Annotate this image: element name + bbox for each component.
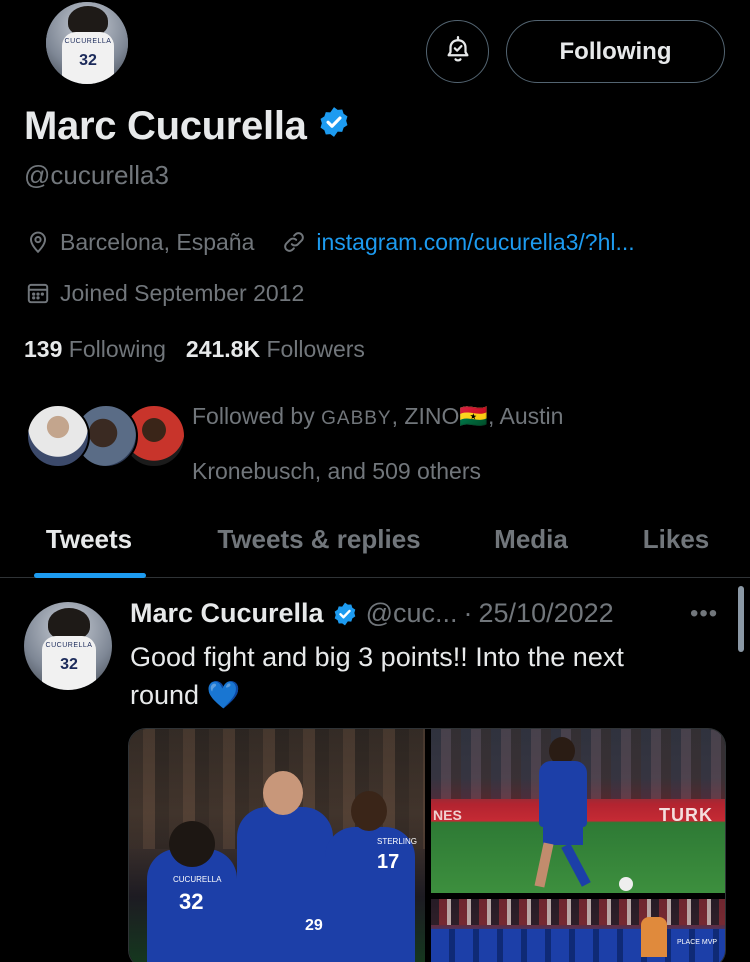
notifications-bell-button[interactable] xyxy=(426,20,489,83)
profile-meta-row: Barcelona, España instagram.com/cucurell… xyxy=(24,228,635,256)
profile-name-row: Marc Cucurella xyxy=(24,104,351,149)
profile-joined-date: Joined September 2012 xyxy=(60,279,305,306)
tab-tweets-label: Tweets xyxy=(45,523,133,554)
tweet-avatar-jersey-number: 32 xyxy=(60,656,78,673)
followed-by-text[interactable]: Followed by GABBY, ZINO🇬🇭, Austin Kroneb… xyxy=(192,390,632,497)
calendar-icon xyxy=(24,279,52,307)
photo-jersey-number-3: 17 xyxy=(377,851,400,873)
tab-media-label: Media xyxy=(494,523,568,554)
followed-by-others: Kronebusch, and 509 others xyxy=(192,458,481,484)
photo-ad-text: TURK xyxy=(659,805,713,825)
profile-joined-row: Joined September 2012 xyxy=(24,279,304,307)
tweet-text-line-1: Good fight and big 3 points!! Into the n… xyxy=(130,642,624,672)
tweet-separator: · xyxy=(463,598,473,628)
photo-jersey-name-2: STERLING xyxy=(377,837,418,846)
tweet-author-handle[interactable]: @cuc... xyxy=(366,598,458,629)
link-icon xyxy=(280,228,308,256)
follow-counts: 139 Following 241.8K Followers xyxy=(24,336,365,363)
photo-ad-text-left: NES xyxy=(433,807,462,823)
tweet-more-options-button[interactable]: ••• xyxy=(690,600,718,628)
follower-name-3: , Austin xyxy=(487,403,564,429)
tab-tweets-replies-label: Tweets & replies xyxy=(217,523,421,554)
followed-by-avatars[interactable] xyxy=(26,404,186,470)
tweet-verified-badge-icon xyxy=(332,601,358,627)
profile-avatar[interactable]: CUCURELLA 32 xyxy=(46,2,128,84)
verified-badge-icon xyxy=(317,104,351,149)
photo-jersey-number-2: 29 xyxy=(305,917,323,934)
active-tab-indicator xyxy=(34,573,146,578)
tab-media[interactable]: Media xyxy=(460,500,602,578)
profile-handle: @cucurella3 xyxy=(24,160,169,190)
profile-tabs: Tweets Tweets & replies Media Likes xyxy=(0,500,750,578)
followers-count-link[interactable]: 241.8K Followers xyxy=(186,336,365,363)
tab-tweets[interactable]: Tweets xyxy=(0,500,178,578)
following-label: Following xyxy=(68,336,166,362)
tweet-text-line-2: round 💙 xyxy=(130,680,241,710)
tweet-photo-team-lineup[interactable]: PLACE MVP xyxy=(431,899,725,962)
avatar-jersey-number: 32 xyxy=(79,52,97,69)
photo-banner-text: PLACE MVP xyxy=(677,939,718,946)
followers-label: Followers xyxy=(266,336,365,362)
scrollbar[interactable] xyxy=(738,586,744,652)
tweet-avatar-jersey-name: CUCURELLA xyxy=(45,642,93,649)
photo-jersey-name: CUCURELLA xyxy=(173,875,222,884)
tweet-media-grid: 32 CUCURELLA 29 STERLING 17 NES TURK PLA… xyxy=(128,728,726,962)
photo-jersey-number: 32 xyxy=(179,889,204,914)
tweet-author-name[interactable]: Marc Cucurella xyxy=(130,598,324,629)
tweet-date[interactable]: 25/10/2022 xyxy=(479,598,614,629)
location-pin-icon xyxy=(24,228,52,256)
tab-likes[interactable]: Likes xyxy=(602,500,750,578)
ghana-flag-icon: 🇬🇭 xyxy=(459,403,488,429)
tab-likes-label: Likes xyxy=(642,523,710,554)
bell-check-icon xyxy=(443,34,473,69)
following-count-link[interactable]: 139 Following xyxy=(24,336,166,363)
tweet-author-avatar[interactable]: CUCURELLA 32 xyxy=(24,602,112,690)
followers-count: 241.8K xyxy=(185,336,261,362)
profile-location: Barcelona, España xyxy=(60,228,255,255)
followed-by-prefix: Followed by xyxy=(192,403,315,429)
avatar-jersey-name: CUCURELLA xyxy=(64,38,112,45)
following-button[interactable]: Following xyxy=(506,20,725,83)
tweet-header: Marc Cucurella @cuc... · 25/10/2022 xyxy=(130,598,614,629)
tweet-text: Good fight and big 3 points!! Into the n… xyxy=(130,638,720,714)
follower-name-1: GABBY xyxy=(321,408,392,429)
follower-name-2: ZINO xyxy=(404,403,460,429)
following-count: 139 xyxy=(24,336,63,362)
tab-tweets-replies[interactable]: Tweets & replies xyxy=(178,500,460,578)
tweet-photo-player-running[interactable]: NES TURK xyxy=(431,729,725,893)
tweet-photo-celebration[interactable]: 32 CUCURELLA 29 STERLING 17 xyxy=(129,729,425,962)
follower-avatar xyxy=(26,404,90,468)
profile-name: Marc Cucurella xyxy=(24,104,307,148)
profile-website-link[interactable]: instagram.com/cucurella3/?hl... xyxy=(316,229,634,256)
